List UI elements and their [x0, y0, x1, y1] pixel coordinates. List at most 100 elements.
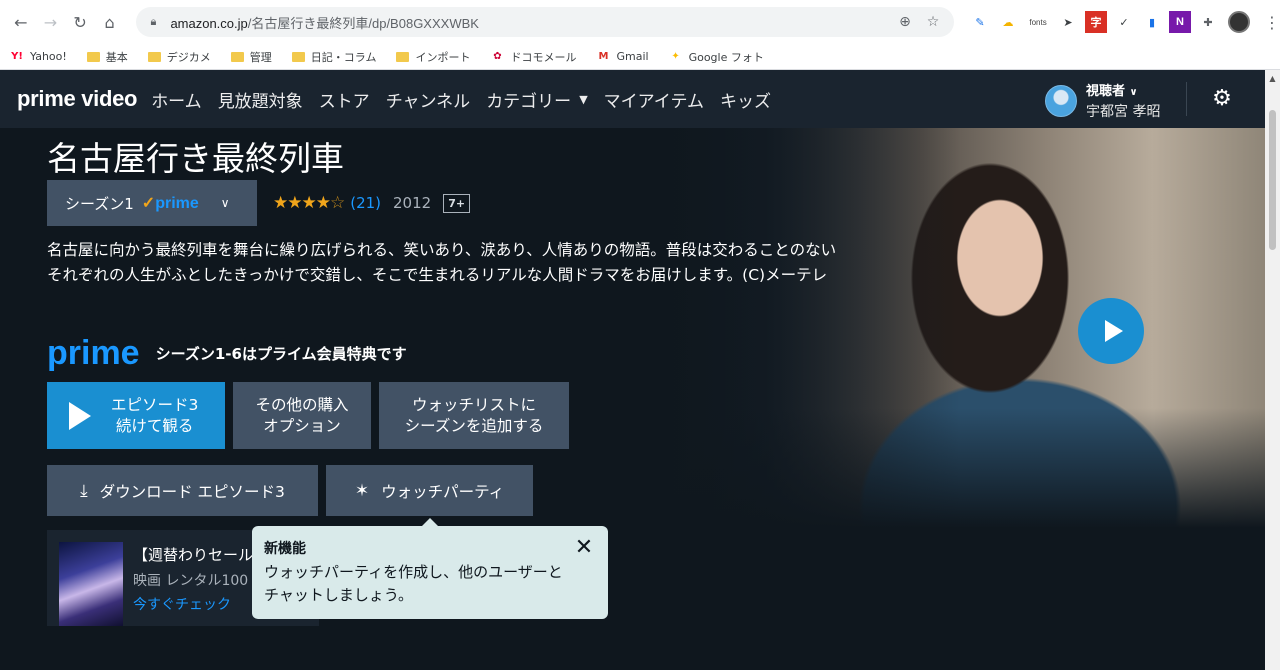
extension-cursor-icon[interactable]: ➤: [1057, 11, 1079, 33]
watchlist-label: ウォッチリストに シーズンを追加する: [405, 395, 544, 437]
nav-my-items[interactable]: マイアイテム: [604, 87, 704, 112]
bookmark-folder-digicame[interactable]: デジカメ: [147, 49, 211, 65]
more-purchase-options-button[interactable]: その他の購入 オプション: [233, 382, 371, 449]
continue-watching-label: エピソード3 続けて観る: [111, 395, 198, 437]
zoom-icon[interactable]: ⊕: [894, 11, 916, 33]
bookmark-google-photos[interactable]: ✦ Google フォト: [669, 49, 764, 65]
release-year: 2012: [393, 194, 432, 212]
prime-badge-label: prime: [155, 195, 199, 212]
gear-icon[interactable]: ⚙: [1210, 87, 1234, 111]
profile-role: 視聴者 ∨: [1086, 80, 1160, 99]
check-icon: ✓: [141, 195, 156, 212]
secondary-actions: ⤓ ダウンロード エピソード3 ✶ ウォッチパーティ: [47, 465, 541, 516]
profile-avatar: [1045, 84, 1077, 117]
bookmark-docomo-mail[interactable]: ✿ ドコモメール: [490, 49, 576, 65]
browser-profile-avatar[interactable]: [1228, 11, 1251, 33]
extension-chat-icon[interactable]: ▮: [1141, 11, 1163, 33]
watchlist-line-1: ウォッチリストに: [411, 395, 536, 414]
nav-categories[interactable]: カテゴリー ▼: [486, 87, 587, 112]
extension-onenote-icon[interactable]: N: [1169, 11, 1192, 33]
promo-poster: [59, 542, 123, 626]
download-episode-button[interactable]: ⤓ ダウンロード エピソード3: [47, 465, 318, 516]
promo-link[interactable]: 今すぐチェック: [133, 594, 231, 614]
trailer-play-button[interactable]: [1078, 298, 1144, 364]
download-icon: ⤓: [80, 480, 88, 501]
continue-line-2: 続けて観る: [115, 416, 194, 435]
nav-store[interactable]: ストア: [319, 87, 370, 112]
home-icon[interactable]: ⌂: [97, 9, 123, 35]
star-rating[interactable]: ★★★★☆: [273, 193, 345, 213]
back-icon[interactable]: ←: [8, 9, 34, 35]
extension-pen-icon[interactable]: ✎: [969, 11, 991, 33]
browser-menu-icon[interactable]: ⋮: [1264, 13, 1280, 32]
prime-video-logo[interactable]: prime video: [17, 86, 137, 112]
page-title: 名古屋行き最終列車: [47, 139, 344, 178]
bookmark-folder-import[interactable]: インポート: [396, 49, 470, 65]
season-label: シーズン1: [65, 194, 134, 213]
forward-icon[interactable]: →: [38, 9, 64, 35]
bookmark-label: Yahoo!: [30, 50, 67, 63]
nav-channels[interactable]: チャンネル: [386, 87, 471, 112]
tooltip-line-1: ウォッチパーティを作成し、他のユーザーと: [264, 563, 563, 581]
rating-count[interactable]: (21): [350, 194, 381, 212]
extension-fonts-icon[interactable]: fonts: [1025, 11, 1051, 33]
profile-name: 宇都宮 孝昭: [1086, 104, 1161, 120]
url-host: amazon.co.jp: [170, 15, 248, 31]
watch-party-label: ウォッチパーティ: [381, 482, 505, 501]
tooltip-body: ウォッチパーティを作成し、他のユーザーと チャットしましょう。: [264, 561, 596, 607]
watch-party-button[interactable]: ✶ ウォッチパーティ: [326, 465, 533, 516]
prime-offer-label: シーズン1-6はプライム会員特典です: [155, 345, 407, 363]
folder-icon: [230, 51, 244, 62]
continue-watching-button[interactable]: エピソード3 続けて観る: [47, 382, 225, 449]
scroll-up-icon[interactable]: ▲: [1268, 74, 1277, 83]
chevron-down-icon: ∨: [220, 196, 230, 210]
folder-icon: [396, 51, 410, 62]
prime-badge: ✓prime: [142, 193, 199, 213]
meta-row: シーズン1 ✓prime ∨ ★★★★☆ (21) 2012 7+: [47, 180, 471, 226]
nav-home[interactable]: ホーム: [151, 87, 202, 112]
bookmark-folder-diary[interactable]: 日記・コラム: [291, 49, 376, 65]
chevron-down-icon: ∨: [1129, 87, 1138, 98]
page-scrollbar[interactable]: ▲: [1265, 70, 1280, 670]
bookmark-gmail[interactable]: M Gmail: [596, 50, 648, 64]
bookmark-label: Google フォト: [688, 50, 764, 64]
nav-included-with-prime[interactable]: 見放題対象: [218, 87, 303, 112]
extensions-puzzle-icon[interactable]: ✚: [1197, 11, 1219, 33]
scroll-thumb[interactable]: [1269, 110, 1276, 250]
download-label: ダウンロード エピソード3: [99, 482, 285, 501]
gmail-icon: M: [598, 51, 609, 62]
nav-kids[interactable]: キッズ: [720, 87, 771, 112]
bookmark-label: 管理: [249, 50, 272, 64]
empty-star: ☆: [329, 193, 345, 213]
bookmark-folder-kihon[interactable]: 基本: [86, 49, 128, 65]
bookmark-yahoo[interactable]: Y! Yahoo!: [10, 50, 67, 64]
url-text[interactable]: amazon.co.jp/名古屋行き最終列車/dp/B08GXXXWBK: [170, 13, 888, 32]
promo-subtitle: 映画 レンタル100: [133, 573, 249, 589]
bookmark-star-icon[interactable]: ☆: [922, 11, 944, 33]
bookmark-label: インポート: [415, 50, 471, 64]
profile-menu[interactable]: 視聴者 ∨ 宇都宮 孝昭: [1045, 80, 1160, 121]
bookmark-label: ドコモメール: [510, 50, 577, 64]
prime-offer: prime シーズン1-6はプライム会員特典です: [47, 336, 407, 370]
folder-icon: [86, 51, 100, 62]
extension-cloud-icon[interactable]: ☁: [997, 11, 1019, 33]
season-select[interactable]: シーズン1 ✓prime ∨: [47, 180, 257, 226]
extensions-bar: ✎ ☁ fonts ➤ 字 ✓ ▮ N ✚ ⋮: [966, 11, 1280, 33]
address-bar[interactable]: 🔒︎ amazon.co.jp/名古屋行き最終列車/dp/B08GXXXWBK …: [136, 7, 955, 37]
extension-translate-icon[interactable]: 字: [1085, 11, 1108, 33]
browser-toolbar: ← → ↻ ⌂ 🔒︎ amazon.co.jp/名古屋行き最終列車/dp/B08…: [0, 0, 1280, 44]
play-icon: [69, 401, 91, 430]
bookmark-label: デジカメ: [166, 50, 211, 64]
bookmark-folder-kanri[interactable]: 管理: [230, 49, 272, 65]
reload-icon[interactable]: ↻: [67, 9, 93, 35]
lock-icon[interactable]: 🔒︎: [146, 15, 160, 29]
more-options-line-2: オプション: [263, 416, 341, 435]
extension-check-icon[interactable]: ✓: [1113, 11, 1135, 33]
add-to-watchlist-button[interactable]: ウォッチリストに シーズンを追加する: [379, 382, 569, 449]
more-options-line-1: その他の購入: [255, 395, 349, 414]
close-icon[interactable]: ✕: [572, 536, 596, 560]
main-nav: ホーム 見放題対象 ストア チャンネル カテゴリー ▼ マイアイテム キッズ: [151, 87, 787, 112]
profile-role-label: 視聴者: [1086, 84, 1126, 99]
folder-icon: [291, 51, 305, 62]
detail-hero: 名古屋行き最終列車 シーズン1 ✓prime ∨ ★★★★☆ (21) 2012…: [0, 128, 1265, 670]
